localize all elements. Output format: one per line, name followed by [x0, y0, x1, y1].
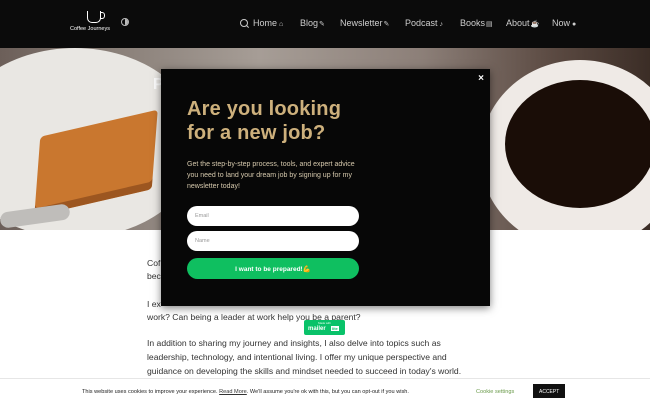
mailerlite-badge[interactable]: Made with mailer lite: [304, 320, 345, 335]
book-icon: ▤: [486, 21, 493, 28]
cookie-message: This website uses cookies to improve you…: [82, 389, 409, 395]
cookie-message-tail: . We'll assume you're ok with this, but …: [246, 389, 409, 395]
paragraph-3-line-2: leadership, technology, and intentional …: [147, 352, 447, 362]
paragraph-3-line-3: guidance on developing the skills and mi…: [147, 366, 462, 376]
nav-home-label: Home: [253, 18, 278, 28]
cookie-settings-link[interactable]: Cookie settings: [476, 389, 514, 395]
paragraph-3-line-1: In addition to sharing my journey and in…: [147, 338, 441, 348]
search-icon[interactable]: [240, 19, 248, 27]
subscribe-button[interactable]: I want to be prepared!💪: [187, 258, 359, 279]
email-field[interactable]: [187, 206, 359, 226]
microphone-icon: ♪: [439, 21, 444, 28]
nav-about-label: About: [506, 18, 530, 28]
dark-mode-toggle-icon[interactable]: [121, 18, 129, 26]
nav-item-now[interactable]: Now ●: [552, 18, 576, 28]
nav-item-books[interactable]: Books▤: [460, 18, 493, 28]
cookie-accept-button[interactable]: ACCEPT: [533, 384, 565, 398]
home-icon: ⌂: [279, 21, 284, 28]
nav-item-newsletter[interactable]: Newsletter✎: [340, 18, 389, 28]
name-field[interactable]: [187, 231, 359, 251]
badge-made-with: Made with: [318, 321, 331, 325]
newsletter-signup-modal: × Are you looking for a new job? Get the…: [161, 69, 490, 306]
nav-item-blog[interactable]: Blog✎: [300, 18, 325, 28]
modal-title: Are you looking for a new job?: [187, 98, 342, 144]
nav-podcast-label: Podcast: [405, 18, 438, 28]
badge-brand: mailer: [308, 326, 326, 332]
cookie-read-more-link[interactable]: Read More: [219, 389, 247, 395]
site-logo[interactable]: Coffee Journeys: [70, 9, 126, 37]
modal-description: Get the step-by-step process, tools, and…: [187, 161, 355, 190]
badge-tag: lite: [331, 326, 339, 331]
nav-books-label: Books: [460, 18, 486, 28]
top-navigation-bar: Coffee Journeys Home ⌂ Blog✎ Newsletter✎ …: [0, 0, 650, 48]
logo-text: Coffee Journeys: [70, 26, 110, 32]
coffee-icon: ☕: [530, 21, 540, 28]
cookie-consent-bar: This website uses cookies to improve you…: [0, 378, 650, 407]
nav-item-podcast[interactable]: Podcast ♪: [405, 18, 443, 28]
nav-blog-label: Blog: [300, 18, 319, 28]
cookie-message-text: This website uses cookies to improve you…: [82, 389, 218, 395]
nav-item-home[interactable]: Home ⌂: [253, 18, 283, 28]
coffee-cup-logo-icon: [87, 11, 105, 23]
coffee-cup-shape: [505, 80, 650, 208]
clock-icon: ●: [572, 21, 577, 28]
nav-newsletter-label: Newsletter: [340, 18, 383, 28]
nav-item-about[interactable]: About☕: [506, 18, 539, 28]
nav-now-label: Now: [552, 18, 571, 28]
pencil-icon: ✎: [319, 21, 325, 28]
close-icon[interactable]: ×: [476, 74, 486, 84]
pencil-icon: ✎: [383, 21, 390, 28]
